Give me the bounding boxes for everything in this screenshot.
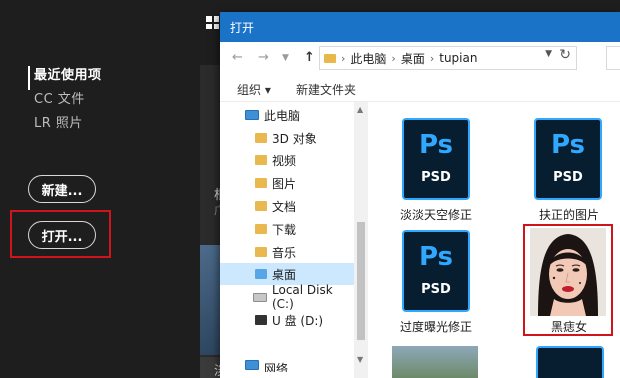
refresh-icon[interactable]: ↻ [559,47,571,63]
folder-icon [324,53,336,63]
forward-arrow-icon[interactable]: → [258,50,269,65]
tree-item-usb-drive[interactable]: U 盘 (D:) [220,309,354,331]
nav-recent[interactable]: 最近使用项 [28,66,102,90]
address-bar-row: ← → ▼ ↑ › 此电脑 › 桌面 › tupian ▼ ↻ [220,42,620,74]
scrollbar-thumb[interactable] [357,222,365,340]
folder-icon [255,201,267,211]
recent-locations-chevron-icon[interactable]: ▼ [282,53,289,63]
photo-highlight [523,224,613,336]
recent-files-strip [200,65,220,378]
file-name[interactable]: 淡淡天空修正 [376,206,496,223]
open-button-highlight [10,210,111,258]
file-list-view: Ps PSD 淡淡天空修正 Ps PSD 扶正的图片 Ps PSD 过度曝光修正 [368,102,620,378]
tree-item-documents[interactable]: 文档 [220,195,354,217]
breadcrumb-desktop[interactable]: 桌面 [401,50,425,67]
navigation-pane: 此电脑 3D 对象 视频 图片 文档 下载 音乐 桌面 Local Disk (… [220,102,368,378]
tree-item-music[interactable]: 音乐 [220,241,354,263]
psd-file-icon[interactable]: Ps PSD [534,118,602,200]
new-folder-button[interactable]: 新建文件夹 [296,81,356,98]
network-icon [245,360,259,370]
tree-item-label: 下载 [272,222,297,237]
folder-icon [255,247,267,257]
home-nav: 最近使用项 CC 文件 LR 照片 [28,66,102,138]
organize-menu[interactable]: 组织 ▾ [237,81,271,98]
tree-item-this-pc[interactable]: 此电脑 [220,104,354,126]
up-arrow-icon[interactable]: ↑ [304,50,315,65]
file-name[interactable]: 过度曝光修正 [376,318,496,335]
breadcrumb-this-pc[interactable]: 此电脑 [350,50,386,67]
psd-file-icon[interactable] [536,346,604,378]
tree-item-downloads[interactable]: 下载 [220,218,354,240]
scroll-up-icon[interactable]: ▲ [357,105,363,114]
psd-file-icon[interactable]: Ps PSD [402,230,470,312]
tree-item-label: 图片 [272,176,297,191]
chevron-right-icon[interactable]: › [430,52,434,65]
folder-icon [255,155,267,165]
dialog-titlebar[interactable]: 打开 [220,12,620,42]
psd-ext-text: PSD [421,282,451,297]
chevron-down-icon[interactable]: ▼ [545,49,552,59]
breadcrumb-tupian[interactable]: tupian [439,51,477,65]
folder-icon [255,133,267,143]
folder-icon [255,224,267,234]
nav-cc-files[interactable]: CC 文件 [28,90,102,114]
tree-item-label: 网络 [264,362,289,372]
computer-icon [245,110,259,120]
tree-item-label: 3D 对象 [272,131,317,146]
ps-badge-text: Ps [550,130,586,160]
ps-badge-text: Ps [418,130,454,160]
tree-item-label: Local Disk (C:) [272,283,333,311]
windows-logo-icon [206,16,219,29]
tree-item-network[interactable]: 网络 [220,356,354,372]
recent-file-thumbnail[interactable] [200,245,220,355]
chevron-right-icon[interactable]: › [341,52,345,65]
psd-ext-text: PSD [553,170,583,185]
address-bar[interactable]: › 此电脑 › 桌面 › tupian ▼ ↻ [319,46,577,70]
tree-item-local-disk[interactable]: Local Disk (C:) [220,283,354,311]
open-dialog: 打开 ← → ▼ ↑ › 此电脑 › 桌面 › tupian ▼ ↻ 组织 ▾ … [220,12,620,378]
tree-item-3d-objects[interactable]: 3D 对象 [220,127,354,149]
tree-item-videos[interactable]: 视频 [220,149,354,171]
partial-file-thumbnail[interactable] [392,346,478,378]
navigation-scrollbar[interactable]: ▲ ▼ [354,102,368,378]
back-arrow-icon[interactable]: ← [232,50,243,65]
chevron-right-icon[interactable]: › [391,52,395,65]
folder-icon [255,178,267,188]
usb-drive-icon [255,315,267,325]
disk-icon [253,292,267,302]
tree-item-label: 桌面 [272,267,297,282]
nav-lr-photos[interactable]: LR 照片 [28,114,102,138]
tree-item-desktop[interactable]: 桌面 [220,263,354,285]
new-button[interactable]: 新建... [28,175,96,203]
folder-icon [255,269,267,279]
dialog-title: 打开 [230,21,255,35]
tree-item-label: 此电脑 [264,108,301,123]
tree-item-label: 视频 [272,153,297,168]
search-field[interactable] [606,46,620,70]
command-bar: 组织 ▾ 新建文件夹 [220,74,620,102]
ps-badge-text: Ps [418,242,454,272]
psd-ext-text: PSD [421,170,451,185]
scroll-down-icon[interactable]: ▼ [357,355,363,364]
tree-item-label: 音乐 [272,245,297,260]
file-name[interactable]: 扶正的图片 [509,206,620,223]
tree-item-pictures[interactable]: 图片 [220,172,354,194]
psd-file-icon[interactable]: Ps PSD [402,118,470,200]
tree-item-label: 文档 [272,199,297,214]
tree-item-label: U 盘 (D:) [272,313,324,328]
